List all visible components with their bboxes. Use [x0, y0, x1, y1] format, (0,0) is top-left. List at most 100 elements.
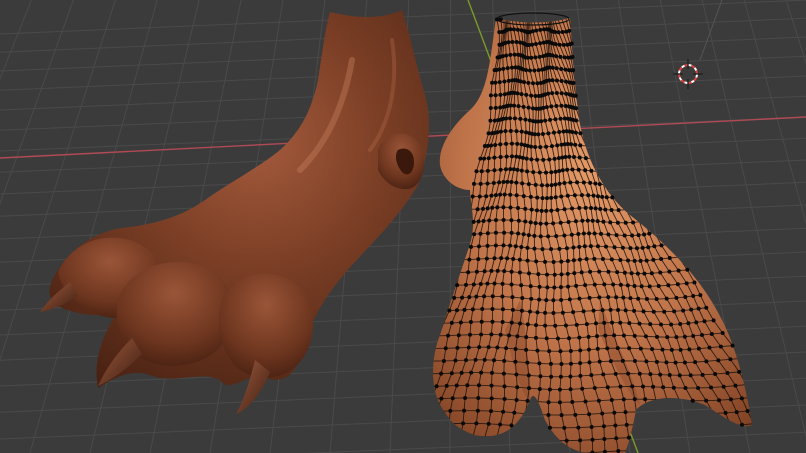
mesh-vertex [517, 257, 522, 262]
mesh-vertex [472, 232, 477, 237]
mesh-vertex [662, 309, 667, 314]
mesh-edge [631, 181, 640, 195]
mesh-vertex [559, 91, 564, 96]
mesh-vertex [500, 320, 505, 325]
mesh-edge [625, 181, 633, 184]
3d-viewport[interactable] [0, 0, 806, 453]
mesh-edge [752, 396, 763, 397]
mesh-vertex [489, 370, 494, 375]
mesh-vertex [548, 361, 553, 366]
mesh-vertex [525, 360, 530, 365]
mesh-vertex [581, 180, 586, 185]
mesh-vertex [510, 307, 515, 312]
mesh-vertex [667, 269, 672, 274]
mesh-vertex [587, 360, 592, 365]
mesh-vertex [498, 192, 503, 197]
mesh-vertex [546, 400, 551, 405]
mesh-vertex [471, 282, 476, 287]
mesh-vertex [489, 193, 494, 198]
mesh-edge [575, 413, 590, 416]
mesh-edge [418, 424, 421, 437]
mesh-vertex [508, 116, 513, 121]
viewport-canvas[interactable] [0, 0, 806, 453]
mesh-edge [549, 18, 551, 19]
mesh-vertex [504, 154, 509, 159]
mesh-vertex [560, 30, 565, 35]
mesh-vertex [696, 306, 701, 311]
mesh-vertex [613, 371, 618, 376]
mesh-vertex [491, 180, 496, 185]
mesh-vertex [547, 157, 552, 162]
sculpted-toe-right[interactable] [218, 273, 314, 378]
mesh-vertex [453, 358, 458, 363]
mesh-vertex [551, 221, 556, 226]
cursor-guide-line [699, 0, 723, 61]
mesh-vertex [549, 247, 554, 252]
mesh-vertex [546, 412, 551, 417]
mesh-vertex [502, 79, 507, 84]
mesh-vertex [580, 218, 585, 223]
mesh-edge [762, 436, 771, 449]
mesh-vertex [574, 118, 579, 123]
mesh-vertex [519, 129, 524, 134]
mesh-edge [635, 411, 640, 425]
mesh-edge [481, 448, 495, 451]
mesh-vertex [557, 246, 562, 251]
mesh-vertex [563, 67, 568, 72]
mesh-vertex [615, 346, 620, 351]
mesh-vertex [493, 218, 498, 223]
mesh-edge [671, 437, 678, 451]
mesh-edge [595, 120, 602, 134]
mesh-vertex [568, 348, 573, 353]
mesh-vertex [634, 246, 639, 251]
mesh-vertex [532, 246, 537, 251]
mesh-vertex [568, 180, 573, 185]
mesh-vertex [632, 397, 637, 402]
mesh-vertex [565, 167, 570, 172]
mesh-vertex [523, 117, 528, 122]
mesh-vertex [740, 422, 745, 427]
mesh-edge [639, 193, 645, 196]
mesh-edge [735, 438, 743, 452]
mesh-vertex [567, 28, 572, 33]
mesh-vertex [548, 117, 553, 122]
mesh-vertex [489, 383, 494, 388]
mesh-vertex [737, 369, 742, 374]
mesh-edge [523, 425, 537, 428]
mesh-vertex [602, 320, 607, 325]
mesh-vertex [485, 231, 490, 236]
mesh-edge [598, 104, 602, 107]
mesh-edge [654, 231, 662, 234]
mesh-edge [414, 374, 417, 387]
mesh-edge [644, 219, 650, 222]
mesh-edge [440, 297, 446, 311]
mesh-vertex [526, 373, 531, 378]
mesh-vertex [521, 104, 526, 109]
mesh-vertex [530, 42, 535, 47]
mesh-vertex [490, 294, 495, 299]
mesh-vertex [579, 270, 584, 275]
mesh-vertex [546, 234, 551, 239]
mesh-edge [639, 208, 646, 222]
mesh-edge [644, 207, 651, 221]
mesh-vertex [540, 132, 545, 137]
mesh-vertex [482, 357, 487, 362]
mesh-vertex [505, 66, 510, 71]
mesh-vertex [566, 284, 571, 289]
mesh-edge [550, 18, 552, 20]
mesh-vertex [659, 243, 664, 248]
mesh-edge [633, 207, 640, 210]
mesh-edge [446, 423, 450, 437]
mesh-vertex [593, 181, 598, 186]
mesh-vertex [516, 218, 521, 223]
mesh-vertex [593, 206, 598, 211]
mesh-vertex [537, 361, 542, 366]
mesh-vertex [559, 78, 564, 83]
mesh-vertex [479, 332, 484, 337]
mesh-vertex [587, 412, 592, 417]
mesh-vertex [589, 168, 594, 173]
mesh-edge [420, 348, 424, 361]
mesh-vertex [569, 142, 574, 147]
mesh-vertex [559, 272, 564, 277]
mesh-vertex [557, 387, 562, 392]
